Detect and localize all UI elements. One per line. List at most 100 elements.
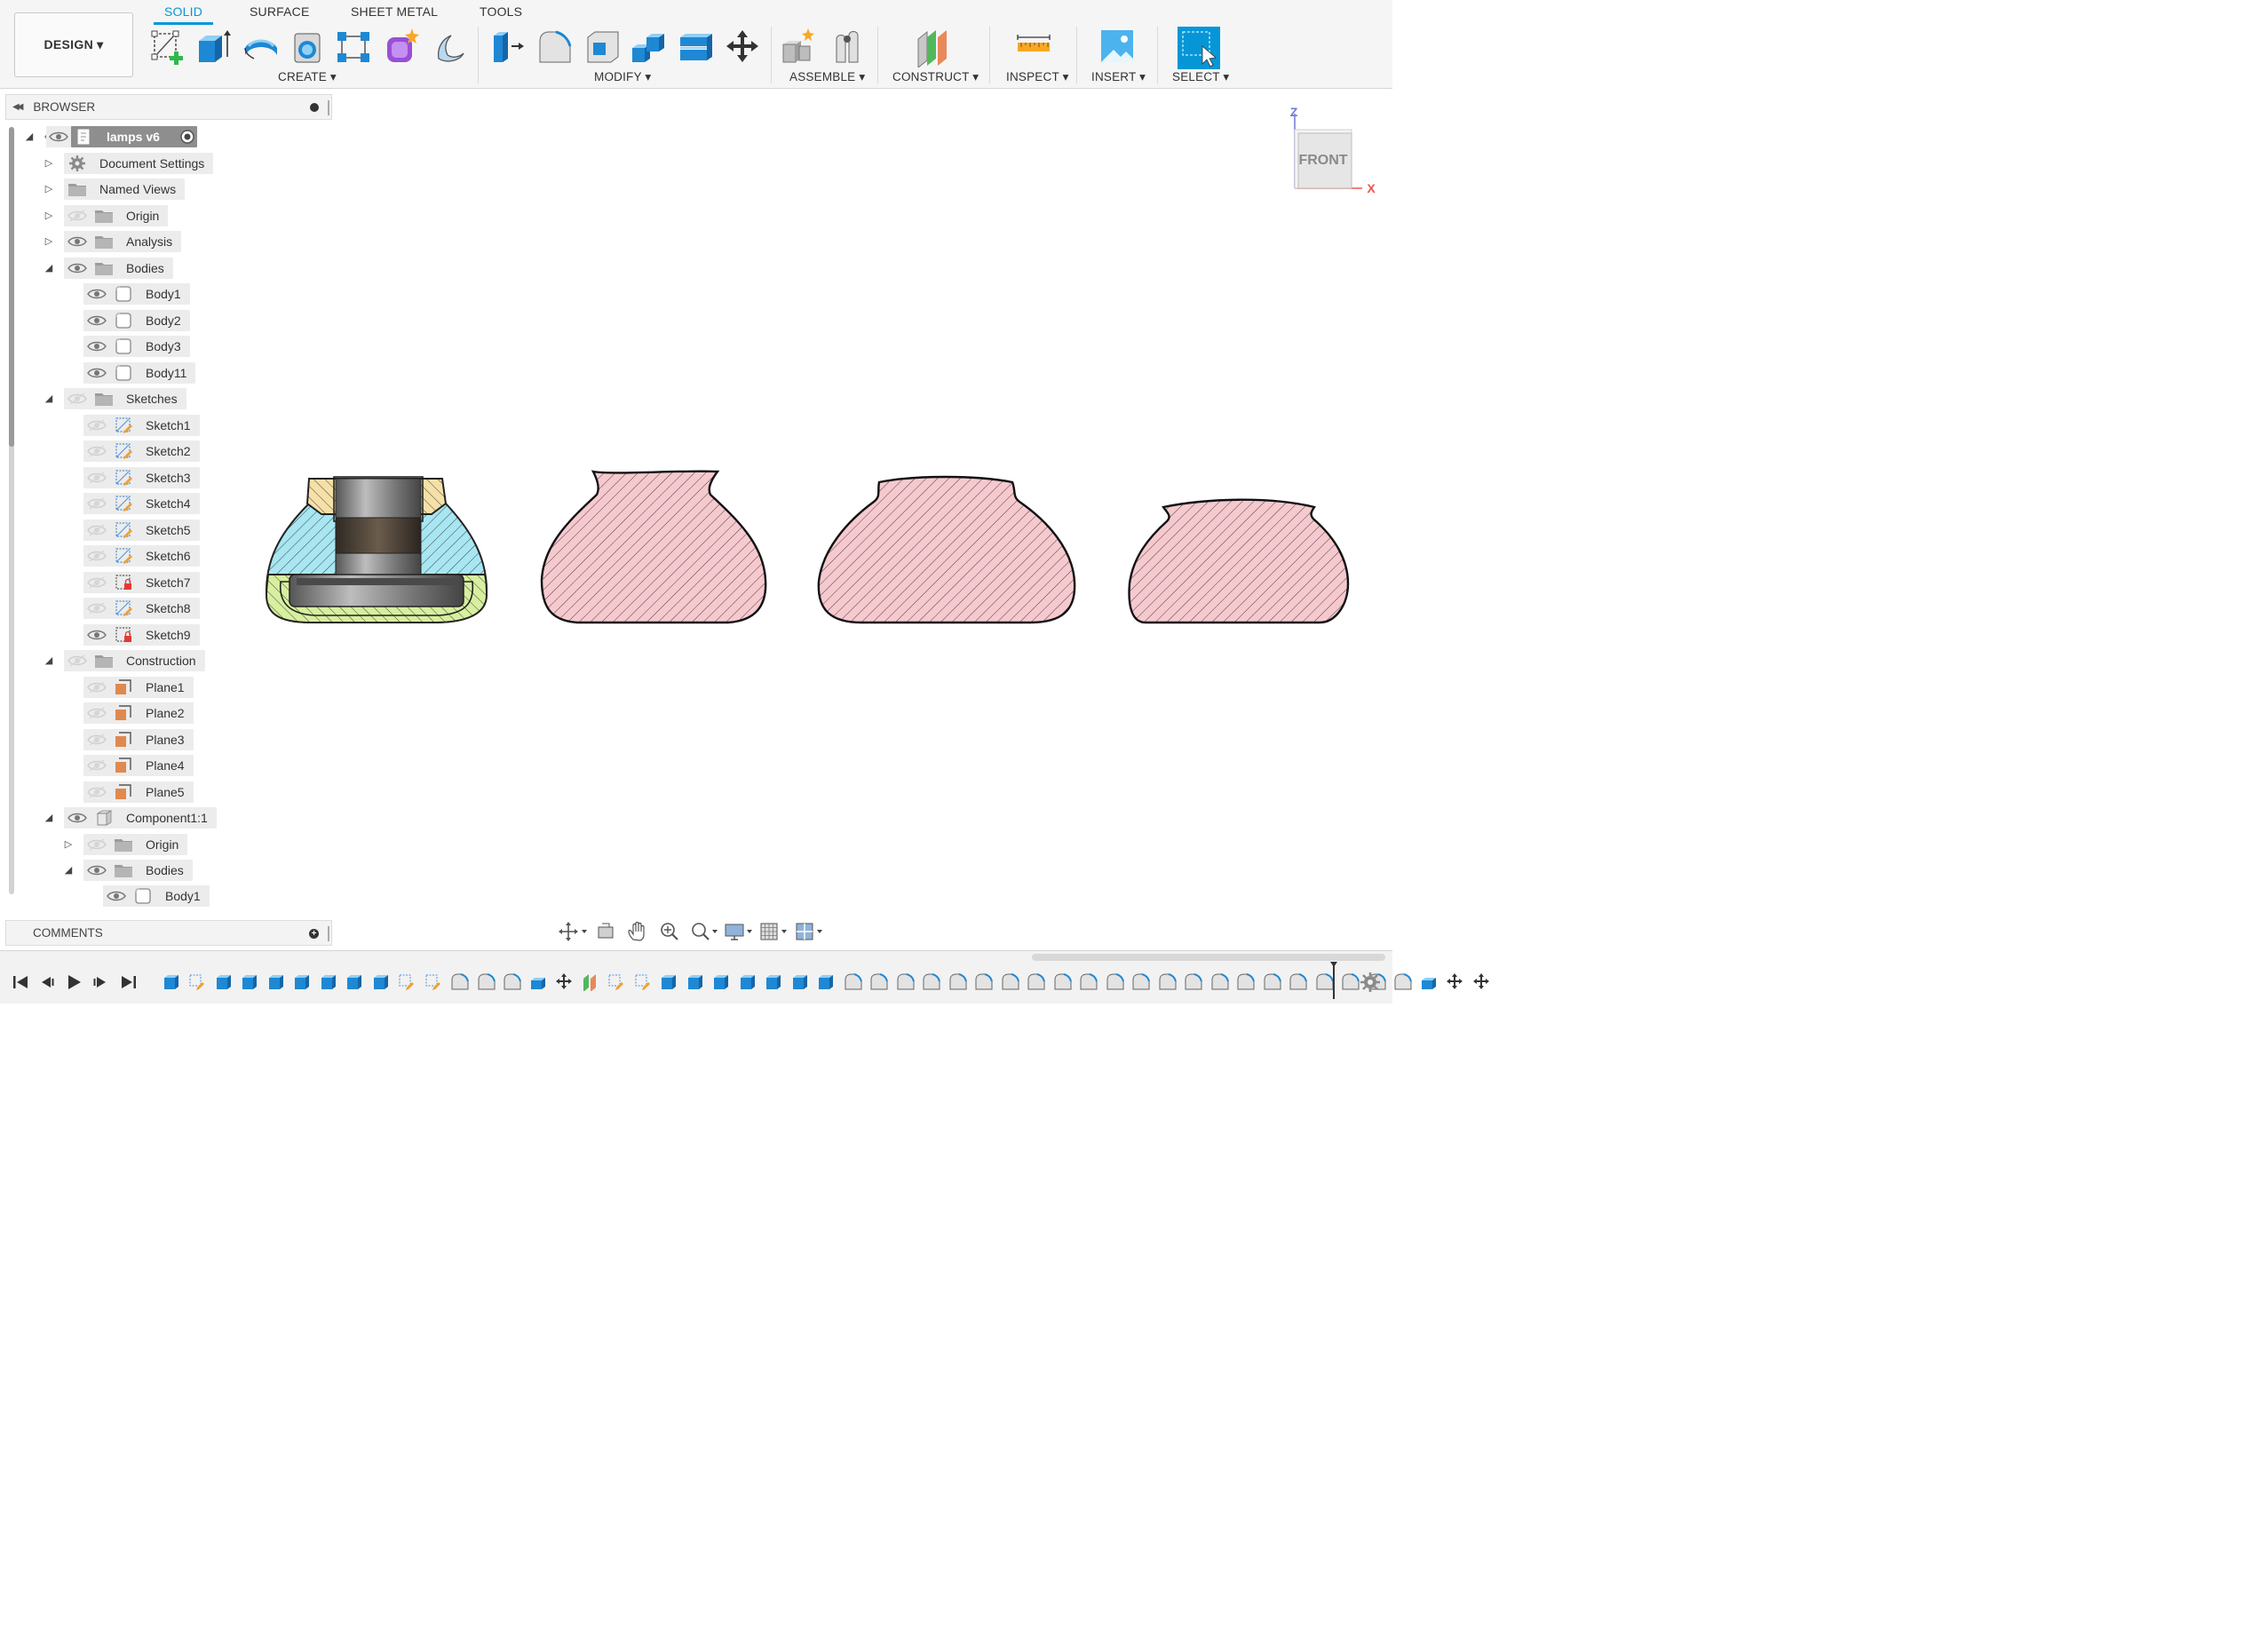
- workspace-switcher-button[interactable]: DESIGN ▾: [14, 12, 133, 77]
- collapse-arrow-icon[interactable]: ◢: [43, 812, 55, 824]
- pattern-icon[interactable]: [334, 27, 373, 67]
- inspect-menu[interactable]: INSPECT ▾: [1006, 70, 1069, 84]
- activate-radio-icon[interactable]: [179, 129, 195, 145]
- collapse-arrow-icon[interactable]: ◢: [43, 393, 55, 405]
- timeline-feature[interactable]: [1442, 969, 1469, 994]
- timeline-feature[interactable]: [1075, 969, 1102, 994]
- timeline-feature[interactable]: [1258, 969, 1285, 994]
- collapse-arrow-icon[interactable]: ◢: [43, 654, 55, 667]
- tab-surface[interactable]: SURFACE: [250, 4, 310, 19]
- eye-icon[interactable]: [87, 314, 107, 327]
- eye-icon[interactable]: [87, 340, 107, 353]
- timeline-feature[interactable]: [158, 969, 185, 994]
- eye-hidden-icon[interactable]: [87, 759, 107, 772]
- eye-hidden-icon[interactable]: [87, 419, 107, 432]
- body-section-3[interactable]: [817, 475, 1076, 624]
- timeline-feature[interactable]: [1206, 969, 1233, 994]
- timeline-feature[interactable]: [342, 969, 369, 994]
- create-form-icon[interactable]: [382, 27, 421, 67]
- timeline-feature[interactable]: [971, 969, 997, 994]
- eye-hidden-icon[interactable]: [87, 472, 107, 484]
- timeline-scrollbar[interactable]: [1032, 954, 1385, 961]
- eye-hidden-icon[interactable]: [87, 524, 107, 536]
- timeline-feature[interactable]: [525, 969, 551, 994]
- expand-arrow-icon[interactable]: ▷: [62, 838, 75, 851]
- eye-hidden-icon[interactable]: [67, 654, 87, 667]
- timeline-feature[interactable]: [813, 969, 840, 994]
- timeline-feature[interactable]: [1154, 969, 1180, 994]
- grid-settings-button[interactable]: [757, 918, 792, 945]
- eye-hidden-icon[interactable]: [87, 576, 107, 589]
- timeline-feature[interactable]: [1390, 969, 1416, 994]
- expand-arrow-icon[interactable]: ▷: [43, 210, 55, 222]
- root-component[interactable]: lamps v6: [71, 126, 197, 147]
- display-settings-button[interactable]: [721, 918, 757, 945]
- tab-solid[interactable]: SOLID: [164, 4, 202, 19]
- timeline-feature[interactable]: [263, 969, 289, 994]
- fillet-icon[interactable]: [535, 27, 574, 67]
- timeline-feature[interactable]: [394, 969, 421, 994]
- eye-icon[interactable]: [67, 262, 87, 274]
- browser-scrollbar[interactable]: [9, 127, 14, 894]
- measure-icon[interactable]: [1014, 27, 1053, 67]
- timeline-feature[interactable]: [289, 969, 316, 994]
- timeline-feature[interactable]: [185, 969, 211, 994]
- timeline-feature[interactable]: [447, 969, 473, 994]
- timeline-feature[interactable]: [1128, 969, 1154, 994]
- eye-hidden-icon[interactable]: [87, 497, 107, 510]
- timeline-feature[interactable]: [551, 969, 578, 994]
- timeline-feature[interactable]: [892, 969, 918, 994]
- model-viewport[interactable]: [258, 457, 1368, 635]
- eye-hidden-icon[interactable]: [87, 681, 107, 694]
- go-to-start-button[interactable]: [9, 971, 32, 994]
- create-menu[interactable]: CREATE ▾: [278, 70, 337, 84]
- timeline-feature[interactable]: [761, 969, 788, 994]
- expand-arrow-icon[interactable]: ▷: [43, 235, 55, 248]
- split-body-icon[interactable]: [677, 27, 716, 67]
- timeline-feature[interactable]: [944, 969, 971, 994]
- timeline-feature[interactable]: [472, 969, 499, 994]
- view-cube[interactable]: FRONT Z X: [1284, 103, 1382, 201]
- eye-hidden-icon[interactable]: [87, 707, 107, 719]
- derive-icon[interactable]: [430, 27, 469, 67]
- expand-arrow-icon[interactable]: ▷: [43, 157, 55, 170]
- eye-hidden-icon[interactable]: [87, 602, 107, 615]
- timeline-feature[interactable]: [210, 969, 237, 994]
- fit-button[interactable]: [686, 918, 721, 945]
- panel-resize-handle[interactable]: [328, 100, 329, 115]
- expand-arrow-icon[interactable]: ▷: [43, 183, 55, 195]
- timeline-settings-button[interactable]: [1359, 971, 1382, 994]
- eye-hidden-icon[interactable]: [87, 550, 107, 562]
- timeline-feature[interactable]: [604, 969, 630, 994]
- create-sketch-icon[interactable]: [147, 27, 186, 67]
- timeline-marker[interactable]: [1330, 962, 1337, 999]
- timeline-feature[interactable]: [682, 969, 709, 994]
- timeline-feature[interactable]: [734, 969, 761, 994]
- eye-icon[interactable]: [67, 235, 87, 248]
- browser-panel-header[interactable]: ◀◀ BROWSER: [5, 94, 332, 120]
- play-button[interactable]: [62, 971, 85, 994]
- move-copy-icon[interactable]: [723, 27, 762, 67]
- eye-icon[interactable]: [49, 131, 68, 143]
- timeline-feature[interactable]: [237, 969, 264, 994]
- timeline-feature[interactable]: [499, 969, 526, 994]
- eye-hidden-icon[interactable]: [87, 838, 107, 851]
- timeline-feature[interactable]: [656, 969, 683, 994]
- joint-icon[interactable]: [829, 27, 868, 67]
- comments-panel-header[interactable]: COMMENTS +: [5, 920, 332, 946]
- combine-icon[interactable]: [629, 27, 668, 67]
- scrollbar-thumb[interactable]: [9, 127, 14, 447]
- timeline-feature[interactable]: [1049, 969, 1075, 994]
- body-section-4[interactable]: [1128, 498, 1350, 624]
- eye-icon[interactable]: [87, 367, 107, 379]
- eye-hidden-icon[interactable]: [87, 445, 107, 457]
- body-section-2[interactable]: [540, 470, 767, 624]
- viewports-button[interactable]: [792, 918, 828, 945]
- timeline-feature[interactable]: [709, 969, 735, 994]
- timeline-feature[interactable]: [1233, 969, 1259, 994]
- pan-button[interactable]: [622, 918, 654, 945]
- revolve-icon[interactable]: [242, 27, 281, 67]
- timeline-feature[interactable]: [368, 969, 394, 994]
- add-comment-icon[interactable]: +: [309, 929, 319, 939]
- timeline-feature[interactable]: [630, 969, 656, 994]
